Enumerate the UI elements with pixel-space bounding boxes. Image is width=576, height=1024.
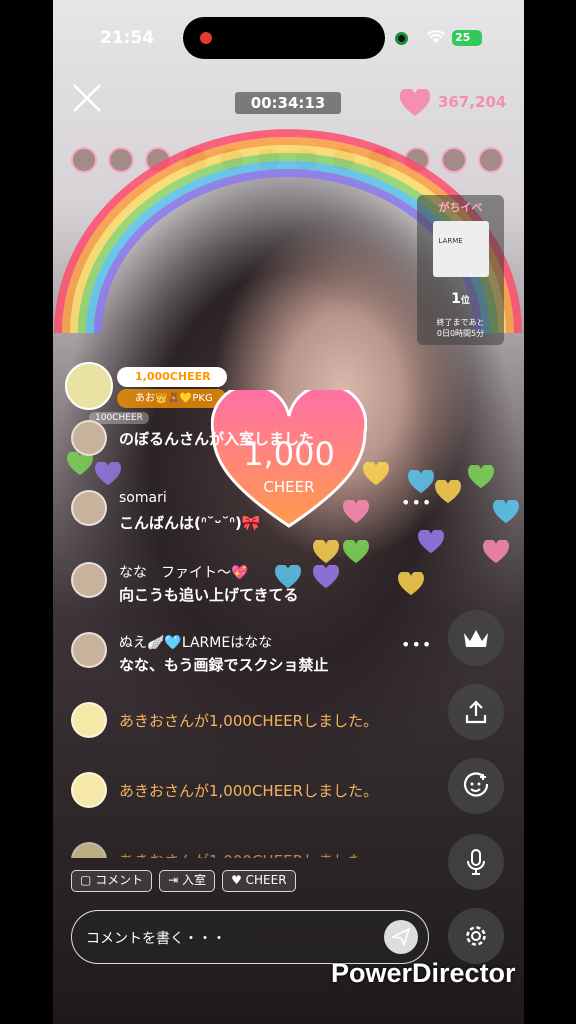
- avatar[interactable]: [71, 562, 107, 598]
- viewer-avatar[interactable]: [293, 147, 319, 173]
- event-end-label: 終了まであと: [436, 318, 485, 327]
- comment-text: あきおさんが1,000CHEERしました。: [119, 850, 378, 858]
- rank-suffix: 位: [460, 296, 470, 306]
- avatar[interactable]: [71, 632, 107, 668]
- event-rank: 1位: [417, 291, 504, 307]
- crown-icon: [464, 630, 488, 647]
- wifi-icon: [427, 30, 445, 43]
- cheer-heart-label: CHEER: [263, 478, 314, 496]
- floating-heart-icon: [313, 565, 339, 589]
- tag-comment-label: コメント: [95, 873, 144, 887]
- floating-heart-icon: [493, 500, 519, 524]
- gear-icon: [466, 926, 486, 946]
- viewer-avatar[interactable]: [478, 147, 504, 173]
- event-banner-image: LARME: [432, 221, 489, 277]
- send-button[interactable]: [384, 920, 418, 954]
- comment-text: あきおさんが1,000CHEERしました。: [119, 712, 379, 730]
- face-effect-button[interactable]: [448, 758, 504, 814]
- tag-enter[interactable]: ⇥ 入室: [159, 870, 216, 892]
- tag-cheer[interactable]: ♥ CHEER: [222, 870, 296, 892]
- mic-button[interactable]: [448, 834, 504, 890]
- viewer-avatar[interactable]: [108, 147, 134, 173]
- cheer-heart-effect: 1,000 CHEER: [211, 390, 367, 528]
- avatar: [71, 772, 107, 808]
- comment-text: あきおさんが1,000CHEERしました。: [119, 782, 379, 800]
- cheer-notification: 1,000CHEER あお👑🧸💛PKG: [65, 362, 230, 410]
- comment-bubble-icon: ▢: [80, 873, 96, 887]
- viewer-avatar[interactable]: [145, 147, 171, 173]
- battery-indicator: 25: [452, 30, 482, 46]
- face-plus-icon: [463, 772, 489, 797]
- event-banner-text: LARME: [438, 237, 463, 245]
- send-icon: [392, 928, 410, 946]
- viewer-avatar[interactable]: [219, 147, 245, 173]
- close-icon[interactable]: [71, 82, 103, 114]
- viewer-avatar[interactable]: [330, 147, 356, 173]
- avatar: [71, 420, 107, 456]
- comment-text: のぼるんさんが入室しました: [119, 430, 315, 448]
- viewer-avatar[interactable]: [256, 147, 282, 173]
- floating-heart-icon: [313, 540, 339, 564]
- comment-input[interactable]: コメントを書く・・・: [71, 910, 429, 964]
- comment-filter-tags: ▢ コメント ⇥ 入室 ♥ CHEER: [71, 870, 296, 892]
- comment-text: こんばんは(ᐢ˘ᵕ˘ᐢ)🎀: [119, 514, 261, 532]
- avatar: [71, 842, 107, 858]
- event-title: がちイベ: [438, 201, 483, 214]
- comment-username[interactable]: ぬえ🪽🩵LARMEはなな: [119, 632, 272, 652]
- floating-heart-icon: [398, 572, 424, 596]
- mic-icon: [467, 849, 485, 875]
- live-timer: 00:34:13: [235, 92, 341, 114]
- floating-heart-icon: [483, 540, 509, 564]
- dynamic-island: [183, 17, 385, 59]
- tag-cheer-label: CHEER: [245, 873, 287, 887]
- avatar[interactable]: [71, 490, 107, 526]
- event-ranking-card[interactable]: がちイベ LARME 1位 終了まであと 0日0時間5分: [417, 195, 504, 345]
- enter-icon: ⇥: [168, 873, 183, 887]
- floating-heart-icon: [418, 530, 444, 554]
- rank-number: 1: [451, 291, 461, 307]
- viewer-avatar[interactable]: [182, 147, 208, 173]
- floating-heart-icon: [408, 470, 434, 494]
- viewer-avatar[interactable]: [71, 147, 97, 173]
- recording-dot-icon: [200, 32, 212, 44]
- more-options-button[interactable]: •••: [401, 635, 432, 654]
- comment-input-placeholder: コメントを書く・・・: [86, 931, 226, 947]
- camera-indicator-icon: [395, 32, 408, 45]
- floating-heart-icon: [95, 462, 121, 486]
- event-end-time: 0日0時間5分: [436, 329, 485, 338]
- floating-heart-icon: [343, 540, 369, 564]
- viewer-avatar-list: [71, 147, 504, 173]
- heart-icon: [400, 89, 430, 116]
- tag-comment[interactable]: ▢ コメント: [71, 870, 153, 892]
- list-item: あきおさんが1,000CHEERしました。: [71, 842, 431, 858]
- crown-button[interactable]: [448, 610, 504, 666]
- viewer-avatar[interactable]: [404, 147, 430, 173]
- viewer-avatar[interactable]: [441, 147, 467, 173]
- like-count: 367,204: [438, 93, 507, 111]
- comment-username[interactable]: なな ファイト〜💖: [119, 562, 248, 582]
- comment-text: なな、もう画録でスクショ禁止: [119, 656, 329, 674]
- cheer-amount: 1,000CHEER: [117, 367, 227, 387]
- tag-enter-label: 入室: [182, 873, 207, 887]
- viewer-avatar[interactable]: [367, 147, 393, 173]
- status-time: 21:54: [100, 28, 155, 48]
- watermark: PowerDirector: [331, 958, 516, 988]
- comment-text: 向こうも追い上げてきてる: [119, 586, 299, 604]
- share-button[interactable]: [448, 684, 504, 740]
- heart-small-icon: ♥: [231, 873, 246, 887]
- floating-heart-icon: [468, 465, 494, 489]
- share-icon: [465, 700, 487, 724]
- comment-username[interactable]: somari: [119, 490, 167, 506]
- more-options-button[interactable]: •••: [401, 493, 432, 512]
- floating-heart-icon: [435, 480, 461, 504]
- avatar: [65, 362, 113, 410]
- avatar: [71, 702, 107, 738]
- settings-button[interactable]: [448, 908, 504, 964]
- cheer-notification-small: 100CHEER: [65, 412, 149, 424]
- event-remaining: 終了まであと 0日0時間5分: [417, 317, 504, 339]
